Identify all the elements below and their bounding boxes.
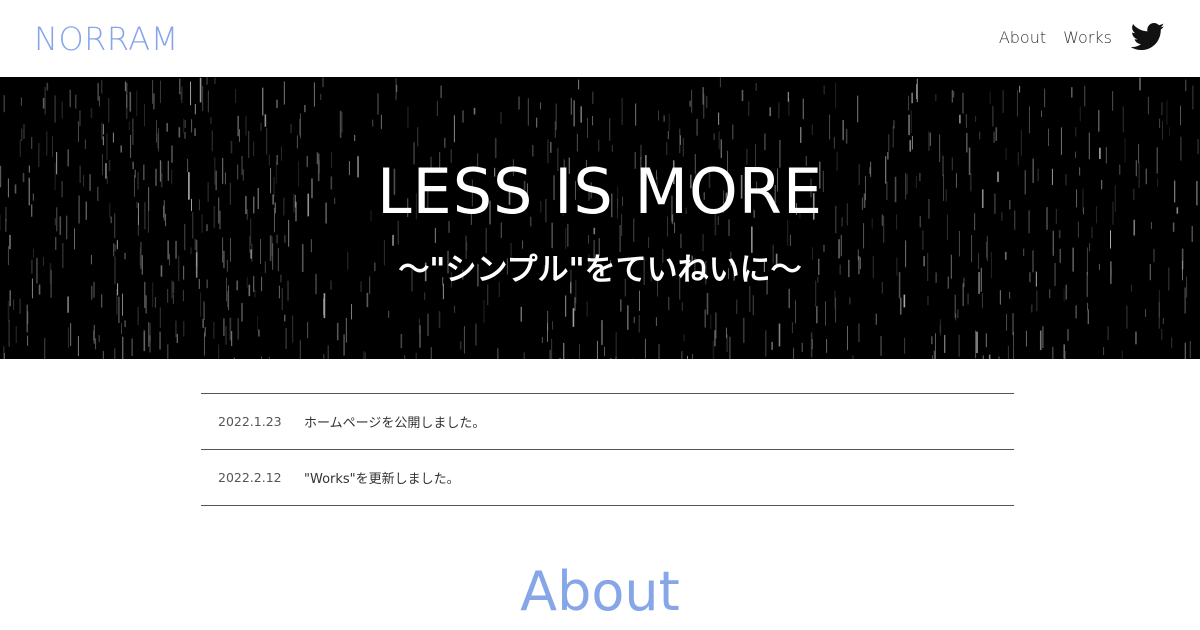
nav-link-works[interactable]: Works [1063, 28, 1112, 47]
hero-subtitle: 〜"シンプル"をていねいに〜 [398, 252, 802, 288]
nav-link-about[interactable]: About [999, 28, 1046, 47]
about-heading: About [520, 560, 680, 623]
news-text: "Works"を更新しました。 [304, 472, 460, 487]
news-item: 2022.2.12 "Works"を更新しました。 [201, 450, 1014, 506]
news-date: 2022.2.12 [218, 470, 282, 485]
news-item: 2022.1.23 ホームページを公開しました。 [201, 394, 1014, 450]
hero-title: LESS IS MORE [376, 155, 824, 228]
news-list: 2022.1.23 ホームページを公開しました。 2022.2.12 "Work… [201, 393, 1014, 506]
news-text: ホームページを公開しました。 [304, 416, 486, 431]
site-header: NORRAM About Works [0, 0, 1200, 77]
twitter-icon[interactable] [1130, 22, 1165, 52]
hero-banner: LESS IS MORE 〜"シンプル"をていねいに〜 [0, 77, 1200, 359]
main-nav: About Works [999, 22, 1182, 52]
news-date: 2022.1.23 [218, 414, 282, 429]
site-logo[interactable]: NORRAM [34, 20, 179, 58]
